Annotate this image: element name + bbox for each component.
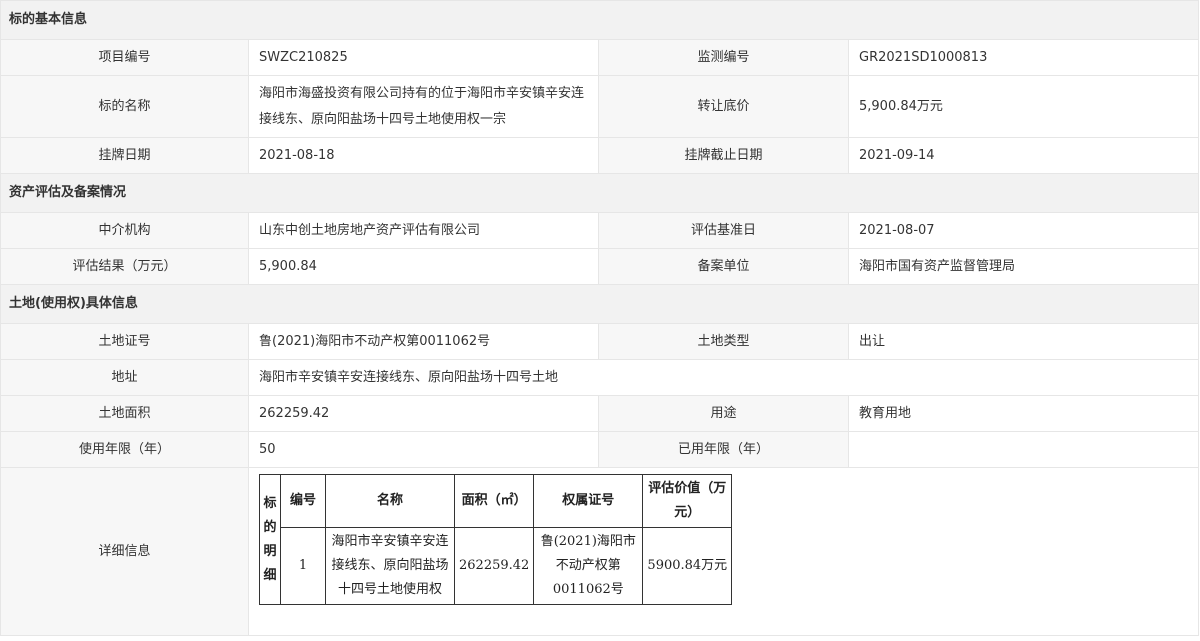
filing-unit-label: 备案单位 <box>598 248 849 285</box>
info-table: 标的基本信息 项目编号 SWZC210825 监测编号 GR2021SD1000… <box>0 0 1200 636</box>
header-cert: 权属证号 <box>533 474 644 528</box>
detail-side-label: 标的明细 <box>259 474 281 605</box>
section-assessment: 资产评估及备案情况 <box>0 173 1200 213</box>
base-date-value: 2021-08-07 <box>847 212 1200 249</box>
monitor-no-value: GR2021SD1000813 <box>847 39 1200 76</box>
row-name: 海阳市辛安镇辛安连接线东、原向阳盐场十四号土地使用权 <box>325 527 455 605</box>
agency-value: 山东中创土地房地产资产评估有限公司 <box>248 212 599 249</box>
listing-end-label: 挂牌截止日期 <box>598 137 849 174</box>
header-no: 编号 <box>280 474 326 528</box>
usage-value: 教育用地 <box>847 395 1200 432</box>
land-area-label: 土地面积 <box>0 395 249 432</box>
table-row: 1 海阳市辛安镇辛安连接线东、原向阳盐场十四号土地使用权 262259.42 鲁… <box>260 527 733 605</box>
address-value: 海阳市辛安镇辛安连接线东、原向阳盐场十四号土地 <box>247 359 1200 396</box>
target-name-value: 海阳市海盛投资有限公司持有的位于海阳市辛安镇辛安连接线东、原向阳盐场十四号土地使… <box>248 75 599 138</box>
header-value: 评估价值（万元） <box>642 474 733 528</box>
land-type-value: 出让 <box>847 323 1200 360</box>
header-area: 面积（㎡） <box>453 474 535 528</box>
row-no: 1 <box>280 527 326 605</box>
listing-end-value: 2021-09-14 <box>847 137 1200 174</box>
header-name: 名称 <box>325 474 455 528</box>
project-no-value: SWZC210825 <box>248 39 599 76</box>
agency-label: 中介机构 <box>0 212 249 249</box>
land-cert-label: 土地证号 <box>0 323 249 360</box>
base-date-label: 评估基准日 <box>598 212 849 249</box>
project-no-label: 项目编号 <box>0 39 249 76</box>
used-years-value <box>847 431 1200 468</box>
reserve-price-value: 5,900.84万元 <box>847 75 1200 138</box>
reserve-price-label: 转让底价 <box>598 75 849 138</box>
years-label: 使用年限（年） <box>0 431 249 468</box>
result-value: 5,900.84 <box>248 248 599 285</box>
land-type-label: 土地类型 <box>598 323 849 360</box>
years-value: 50 <box>248 431 599 468</box>
detail-label: 详细信息 <box>0 467 249 636</box>
land-area-value: 262259.42 <box>248 395 599 432</box>
address-label: 地址 <box>0 359 249 396</box>
row-area: 262259.42 <box>453 527 535 605</box>
filing-unit-value: 海阳市国有资产监督管理局 <box>847 248 1200 285</box>
section-land: 土地(使用权)具体信息 <box>0 284 1200 324</box>
result-label: 评估结果（万元） <box>0 248 249 285</box>
detail-table: 标的明细 编号 名称 面积（㎡） 权属证号 评估价值（万元） 1 海阳市辛安镇辛… <box>259 474 733 605</box>
page: 标的基本信息 项目编号 SWZC210825 监测编号 GR2021SD1000… <box>0 0 1200 641</box>
listing-date-value: 2021-08-18 <box>248 137 599 174</box>
detail-cell: 标的明细 编号 名称 面积（㎡） 权属证号 评估价值（万元） 1 海阳市辛安镇辛… <box>247 467 1200 636</box>
target-name-label: 标的名称 <box>0 75 249 138</box>
used-years-label: 已用年限（年） <box>598 431 849 468</box>
row-value: 5900.84万元 <box>642 527 733 605</box>
row-cert: 鲁(2021)海阳市不动产权第0011062号 <box>533 527 644 605</box>
usage-label: 用途 <box>598 395 849 432</box>
land-cert-value: 鲁(2021)海阳市不动产权第0011062号 <box>248 323 599 360</box>
listing-date-label: 挂牌日期 <box>0 137 249 174</box>
section-basic-info: 标的基本信息 <box>0 0 1200 40</box>
monitor-no-label: 监测编号 <box>598 39 849 76</box>
